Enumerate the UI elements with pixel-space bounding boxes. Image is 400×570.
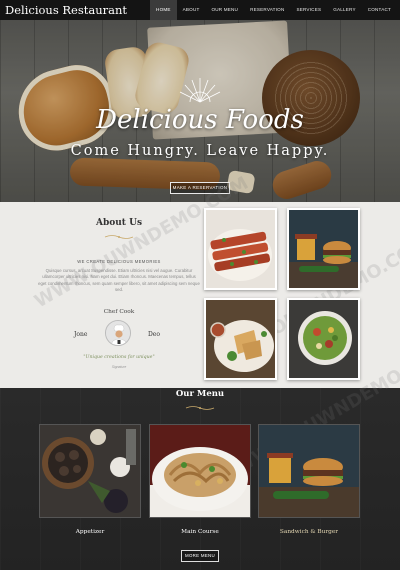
nav-reservation[interactable]: RESERVATION bbox=[244, 0, 290, 20]
hero-subtitle: Come Hungry. Leave Happy. bbox=[70, 143, 330, 159]
toast-plate-photo bbox=[206, 300, 275, 378]
burger-photo bbox=[289, 210, 358, 288]
nav-about[interactable]: ABOUT bbox=[177, 0, 206, 20]
hero-banner: Delicious Foods Come Hungry. Leave Happy… bbox=[0, 20, 400, 202]
flourish-divider-icon bbox=[104, 235, 134, 239]
appetizer-photo bbox=[40, 425, 140, 517]
chef-portrait-icon bbox=[106, 321, 130, 345]
chef-signature: Signature bbox=[111, 365, 127, 369]
make-reservation-button[interactable]: MAKE A RESERVATION bbox=[170, 182, 230, 194]
flourish-divider-icon bbox=[185, 406, 215, 410]
main-course-photo bbox=[150, 425, 250, 517]
chef-quote: "Unique creations for unique" bbox=[83, 355, 155, 360]
more-menu-button[interactable]: MORE MENU bbox=[181, 550, 219, 562]
chef-last-name: Deo bbox=[148, 331, 160, 338]
menu-card-sandwich-burger[interactable] bbox=[258, 424, 360, 518]
gallery-tile-grilled-skewers[interactable] bbox=[204, 208, 277, 290]
chef-avatar bbox=[105, 320, 131, 346]
nav-our-menu[interactable]: OUR MENU bbox=[205, 0, 244, 20]
sandwich-burger-photo bbox=[259, 425, 359, 517]
chef-label: Chef Cook bbox=[103, 309, 135, 315]
about-title: About Us bbox=[95, 218, 143, 228]
salad-bowl-photo bbox=[289, 300, 358, 378]
menu-caption-sandwich-burger[interactable]: Sandwich & Burger bbox=[258, 529, 360, 535]
hero-title: Delicious Foods bbox=[96, 105, 304, 135]
menu-caption-main-course[interactable]: Main Course bbox=[149, 529, 251, 535]
brand-logo-text[interactable]: Delicious Restaurant bbox=[0, 3, 127, 17]
grilled-skewers-photo bbox=[206, 210, 275, 288]
top-navigation-bar: Delicious Restaurant HOME ABOUT OUR MENU… bbox=[0, 0, 400, 20]
about-body-text: Quisque cursus, arcuat Suspendisse. Etia… bbox=[38, 268, 200, 292]
our-menu-section: WWW.OUWNDEMO.COM Our Menu Appetizer Main… bbox=[0, 339, 400, 570]
about-tagline: WE CREATE DELICIOUS MEMORIES bbox=[77, 259, 161, 264]
menu-caption-appetizer[interactable]: Appetizer bbox=[39, 529, 141, 535]
nav-gallery[interactable]: GALLERY bbox=[327, 0, 362, 20]
nav-contact[interactable]: CONTACT bbox=[362, 0, 397, 20]
menu-card-appetizer[interactable] bbox=[39, 424, 141, 518]
menu-section-title: Our Menu bbox=[175, 389, 225, 399]
nav-home[interactable]: HOME bbox=[150, 0, 177, 20]
gallery-tile-toast-plate[interactable] bbox=[204, 298, 277, 380]
gallery-tile-burger[interactable] bbox=[287, 208, 360, 290]
gallery-tile-salad-bowl[interactable] bbox=[287, 298, 360, 380]
main-nav: HOME ABOUT OUR MENU RESERVATION SERVICES… bbox=[150, 0, 400, 20]
menu-card-main-course[interactable] bbox=[149, 424, 251, 518]
sunburst-ornament-icon bbox=[179, 78, 221, 103]
nav-services[interactable]: SERVICES bbox=[290, 0, 327, 20]
chef-first-name: Jone bbox=[74, 331, 88, 338]
